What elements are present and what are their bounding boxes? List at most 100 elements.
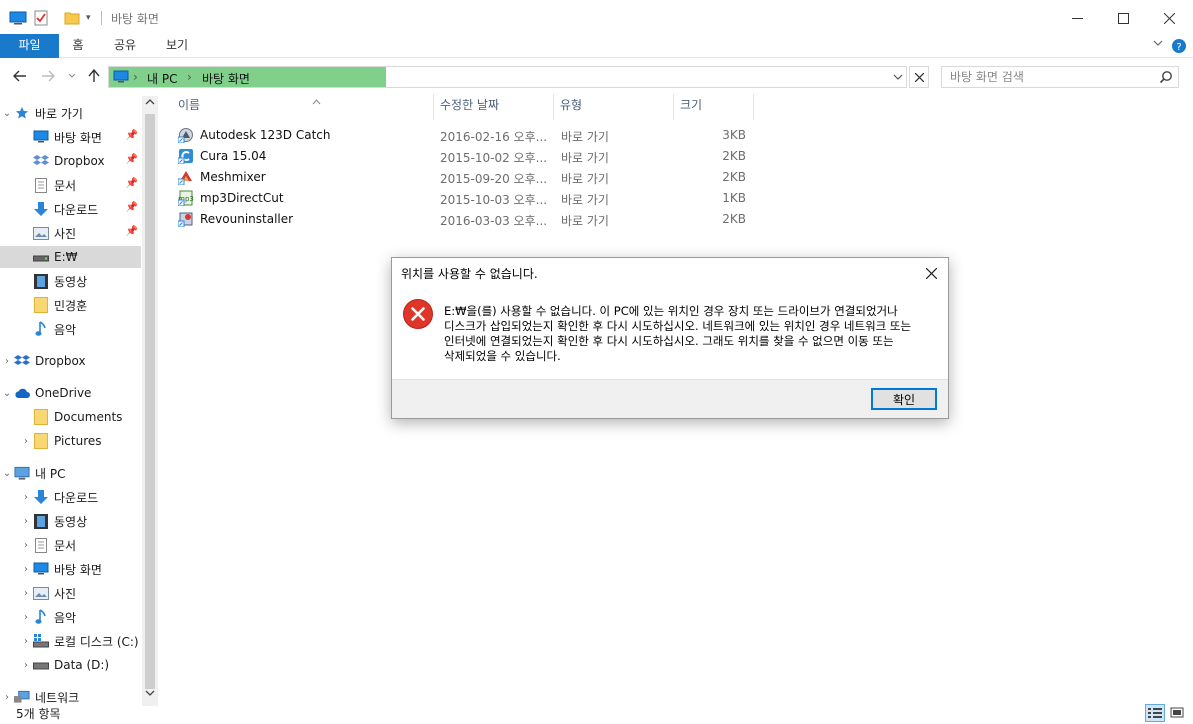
column-label: 이름 [178,98,201,112]
pin-icon[interactable]: 📌 [126,130,138,141]
nav-item-onedrive-documents[interactable]: Documents [0,406,141,428]
search-icon[interactable] [1159,70,1173,84]
nav-pc-documents[interactable]: › 문서 [0,534,141,556]
ribbon-expand-icon[interactable] [1150,34,1166,58]
nav-pc-data-d[interactable]: › Data (D:) [0,654,141,676]
scroll-down-icon[interactable] [145,689,155,700]
collapsed-chevron-icon[interactable]: › [19,636,33,647]
close-icon [925,267,937,279]
nav-item-downloads[interactable]: 다운로드 📌 [0,198,141,220]
expanded-chevron-icon[interactable]: ⌄ [0,388,14,399]
pin-icon[interactable]: 📌 [126,178,138,189]
scroll-up-icon[interactable] [145,98,155,109]
collapsed-chevron-icon[interactable]: › [0,692,14,703]
search-box[interactable] [941,66,1179,88]
nav-label: 동영상 [54,514,88,529]
column-header-size[interactable]: 크기 [674,94,754,120]
collapsed-chevron-icon[interactable]: › [19,588,33,599]
address-bar[interactable]: › 내 PC › 바탕 화면 [108,66,907,88]
up-button[interactable] [84,66,104,86]
nav-pc-videos[interactable]: › 동영상 [0,510,141,532]
recent-locations-chevron-icon[interactable] [62,66,82,86]
collapsed-chevron-icon[interactable]: › [19,540,33,551]
nav-item-drive-e[interactable]: E:₩ [0,246,141,268]
address-dropdown-icon[interactable] [893,73,903,81]
help-icon[interactable]: ? [1170,34,1188,58]
nav-item-videos[interactable]: 동영상 [0,270,141,292]
nav-item-onedrive-pictures[interactable]: › Pictures [0,430,141,452]
pin-icon[interactable]: 📌 [126,226,138,237]
collapsed-chevron-icon[interactable]: › [19,564,33,575]
collapsed-chevron-icon[interactable]: › [0,356,14,367]
table-row[interactable]: mp3 mp3DirectCut 2015-10-03 오후... 바로 가기 … [178,188,758,209]
nav-this-pc[interactable]: ⌄ 내 PC [0,462,141,484]
close-button[interactable] [1146,5,1192,31]
nav-item-desktop[interactable]: 바탕 화면 📌 [0,126,141,148]
details-view-button[interactable] [1145,704,1165,722]
breadcrumb-desktop[interactable]: 바탕 화면 [202,70,250,87]
large-icons-view-button[interactable] [1167,704,1187,722]
nav-item-pictures[interactable]: 사진 📌 [0,222,141,244]
nav-label: Dropbox [54,154,105,168]
stop-loading-button[interactable] [909,66,929,88]
nav-onedrive[interactable]: ⌄ OneDrive [0,382,141,404]
table-row[interactable]: Cura 15.04 2015-10-02 오후... 바로 가기 2KB [178,146,758,167]
column-header-type[interactable]: 유형 [554,94,674,120]
customize-toolbar-icon[interactable]: ▾ [86,9,91,27]
nav-pc-downloads[interactable]: › 다운로드 [0,486,141,508]
nav-pc-pictures[interactable]: › 사진 [0,582,141,604]
pin-icon[interactable]: 📌 [126,202,138,213]
nav-pc-music[interactable]: › 음악 [0,606,141,628]
nav-item-dropbox[interactable]: Dropbox 📌 [0,150,141,172]
nav-quick-access[interactable]: ⌄ 바로 가기 [0,102,141,124]
collapsed-chevron-icon[interactable]: › [19,516,33,527]
collapsed-chevron-icon[interactable]: › [19,436,33,447]
search-input[interactable] [950,69,1150,85]
nav-item-music[interactable]: 음악 [0,318,141,340]
ok-button[interactable]: 확인 [871,388,937,410]
tab-share[interactable]: 공유 [108,34,142,58]
collapsed-chevron-icon[interactable]: › [19,660,33,671]
table-row[interactable]: Autodesk 123D Catch 2016-02-16 오후... 바로 … [178,125,758,146]
computer-icon [14,465,30,481]
tab-home[interactable]: 홈 [66,34,90,58]
file-size: 1KB [722,191,746,205]
collapsed-chevron-icon[interactable]: › [19,492,33,503]
nav-scrollbar[interactable] [142,96,158,706]
nav-item-documents[interactable]: 문서 📌 [0,174,141,196]
desktop-icon [113,70,129,83]
back-button[interactable] [10,66,30,86]
table-row[interactable]: Revouninstaller 2016-03-03 오후... 바로 가기 2… [178,209,758,230]
nav-scrollbar-thumb[interactable] [145,114,155,689]
nav-pc-local-disk-c[interactable]: › 로컬 디스크 (C:) [0,630,141,652]
tab-view[interactable]: 보기 [160,34,194,58]
document-icon [33,537,49,553]
column-header-name[interactable]: 이름 [172,94,434,120]
tab-file[interactable]: 파일 [0,34,59,58]
collapsed-chevron-icon[interactable]: › [19,612,33,623]
dropbox-icon [33,153,49,169]
drive-icon [33,249,49,265]
breadcrumb-this-pc[interactable]: 내 PC [147,70,177,87]
window-app-icon[interactable] [9,9,27,27]
nav-item-folder[interactable]: 민경훈 [0,294,141,316]
nav-dropbox[interactable]: › Dropbox [0,350,141,372]
error-icon [403,299,433,329]
pin-icon[interactable]: 📌 [126,154,138,165]
music-note-icon [33,321,49,337]
properties-icon[interactable] [34,9,48,27]
nav-label: 바로 가기 [35,106,83,121]
expanded-chevron-icon[interactable]: ⌄ [0,468,14,479]
dialog-close-button[interactable] [920,262,942,284]
new-folder-icon[interactable] [64,9,80,27]
maximize-button[interactable] [1100,5,1146,31]
file-date: 2016-02-16 오후... [440,130,548,144]
minimize-button[interactable] [1054,5,1100,31]
column-header-date[interactable]: 수정한 날짜 [434,94,554,120]
download-arrow-icon [33,489,49,505]
table-row[interactable]: Meshmixer 2015-09-20 오후... 바로 가기 2KB [178,167,758,188]
forward-button[interactable] [38,66,58,86]
nav-pc-desktop[interactable]: › 바탕 화면 [0,558,141,580]
ribbon-tabs: 파일 홈 공유 보기 ? [0,34,1193,58]
expanded-chevron-icon[interactable]: ⌄ [0,108,14,119]
